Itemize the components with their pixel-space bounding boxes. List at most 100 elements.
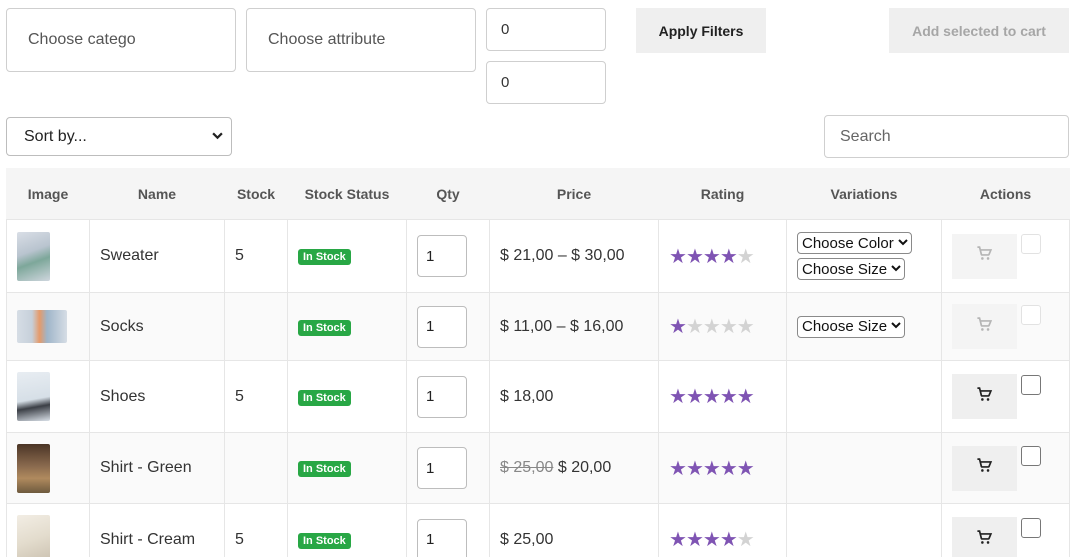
table-header-row: Image Name Stock Stock Status Qty Price … (6, 168, 1070, 220)
actions-cell (941, 219, 1070, 293)
product-name: Shoes (89, 360, 225, 433)
min-price-input[interactable]: 0 (486, 8, 606, 51)
product-image-cell (6, 219, 90, 293)
cart-icon (976, 316, 993, 338)
variations-cell: Choose Size (786, 292, 942, 361)
product-image-cell (6, 503, 90, 557)
stock-status-badge: In Stock (298, 532, 351, 549)
product-stock (224, 292, 288, 361)
product-image[interactable] (17, 515, 50, 557)
chevron-down-icon (891, 263, 901, 276)
product-image[interactable] (17, 310, 67, 343)
column-header-rating: Rating (658, 168, 787, 220)
add-to-cart-button[interactable] (952, 445, 1017, 491)
chevron-down-icon (212, 130, 223, 144)
sort-select[interactable]: Sort by... (6, 117, 232, 156)
apply-filters-button[interactable]: Apply Filters (636, 8, 766, 53)
select-checkbox[interactable] (1021, 374, 1041, 395)
max-price-value: 0 (501, 74, 510, 91)
star-icon: ★ (736, 316, 755, 338)
cart-icon (976, 529, 993, 551)
cart-icon (976, 457, 993, 479)
table-row: Sweater 5 In Stock 1 $ 21,00 – $ 30,00 ★… (6, 219, 1070, 293)
size-variation-select[interactable]: Choose Size (797, 315, 906, 338)
table-row: Socks In Stock 1 $ 11,00 – $ 16,00 ★★★★★… (6, 292, 1070, 361)
column-header-image: Image (6, 168, 90, 220)
rating-stars: ★★★★★ (669, 386, 755, 408)
select-checkbox[interactable] (1021, 446, 1041, 466)
qty-input[interactable]: 1 (417, 235, 467, 277)
variations-cell (786, 503, 942, 557)
rating-cell: ★★★★★ (658, 432, 787, 504)
star-icon: ★ (702, 316, 721, 338)
product-price: $ 25,00 $ 20,00 (489, 432, 659, 504)
product-name: Shirt - Green (89, 432, 225, 504)
stock-status-cell: In Stock (287, 292, 407, 361)
star-icon: ★ (736, 386, 755, 408)
star-icon: ★ (719, 316, 738, 338)
star-icon: ★ (702, 457, 721, 480)
product-name: Socks (89, 292, 225, 361)
qty-input[interactable]: 1 (417, 518, 467, 557)
stock-status-badge: In Stock (298, 389, 351, 406)
table-row: Shirt - Cream 5 In Stock 1 $ 25,00 ★★★★★ (6, 503, 1070, 557)
star-icon: ★ (702, 245, 721, 268)
column-header-stock-status: Stock Status (287, 168, 407, 220)
product-image[interactable] (17, 372, 50, 421)
product-image[interactable] (17, 443, 50, 493)
add-to-cart-button[interactable] (952, 374, 1017, 419)
rating-stars: ★★★★★ (669, 529, 755, 551)
stock-status-badge: In Stock (298, 461, 351, 477)
add-to-cart-button[interactable] (952, 517, 1017, 557)
category-select[interactable]: Choose category (6, 8, 236, 72)
cart-icon (976, 386, 993, 408)
star-icon: ★ (719, 457, 738, 480)
select-checkbox[interactable] (1021, 517, 1041, 538)
search-input[interactable]: Search (824, 115, 1069, 158)
attribute-select[interactable]: Choose attribute (246, 8, 476, 72)
qty-input[interactable]: 1 (417, 375, 467, 418)
qty-cell: 1 (406, 292, 490, 361)
qty-input[interactable]: 1 (417, 305, 467, 348)
price-current: $ 11,00 – $ 16,00 (500, 317, 624, 335)
qty-input[interactable]: 1 (417, 447, 467, 489)
star-icon: ★ (685, 245, 704, 268)
table-row: Shoes 5 In Stock 1 $ 18,00 ★★★★★ (6, 360, 1070, 433)
stock-status-cell: In Stock (287, 432, 407, 504)
add-to-cart-button[interactable] (952, 304, 1017, 349)
star-icon: ★ (719, 386, 738, 408)
star-icon: ★ (719, 245, 738, 268)
qty-cell: 1 (406, 360, 490, 433)
product-price: $ 11,00 – $ 16,00 (489, 292, 659, 361)
select-checkbox[interactable] (1021, 234, 1041, 254)
size-variation-select[interactable]: Choose Size (797, 258, 906, 280)
size-variation-label: Choose Size (802, 260, 888, 278)
star-icon: ★ (685, 386, 704, 408)
column-header-price: Price (489, 168, 659, 220)
product-stock: 5 (224, 219, 288, 293)
chevron-down-icon (891, 320, 901, 333)
product-image[interactable] (17, 231, 50, 281)
rating-cell: ★★★★★ (658, 219, 787, 293)
product-name: Sweater (89, 219, 225, 293)
max-price-input[interactable]: 0 (486, 61, 606, 104)
stock-status-badge: In Stock (298, 249, 351, 265)
size-variation-label: Choose Size (802, 318, 888, 335)
price-current: $ 20,00 (557, 459, 612, 476)
add-selected-to-cart-button[interactable]: Add selected to cart (889, 8, 1069, 53)
add-to-cart-button[interactable] (952, 233, 1017, 279)
qty-cell: 1 (406, 432, 490, 504)
color-variation-select[interactable]: Choose Color (797, 232, 912, 254)
actions-cell (941, 503, 1070, 557)
product-stock: 5 (224, 503, 288, 557)
variations-cell: Choose Color Choose Size (786, 219, 942, 293)
rating-stars: ★★★★★ (669, 316, 755, 338)
select-checkbox[interactable] (1021, 304, 1041, 325)
product-stock (224, 432, 288, 504)
chevron-down-icon (898, 237, 908, 250)
color-variation-label: Choose Color (802, 234, 894, 252)
product-price: $ 25,00 (489, 503, 659, 557)
column-header-qty: Qty (406, 168, 490, 220)
product-price: $ 21,00 – $ 30,00 (489, 219, 659, 293)
product-image-cell (6, 432, 90, 504)
